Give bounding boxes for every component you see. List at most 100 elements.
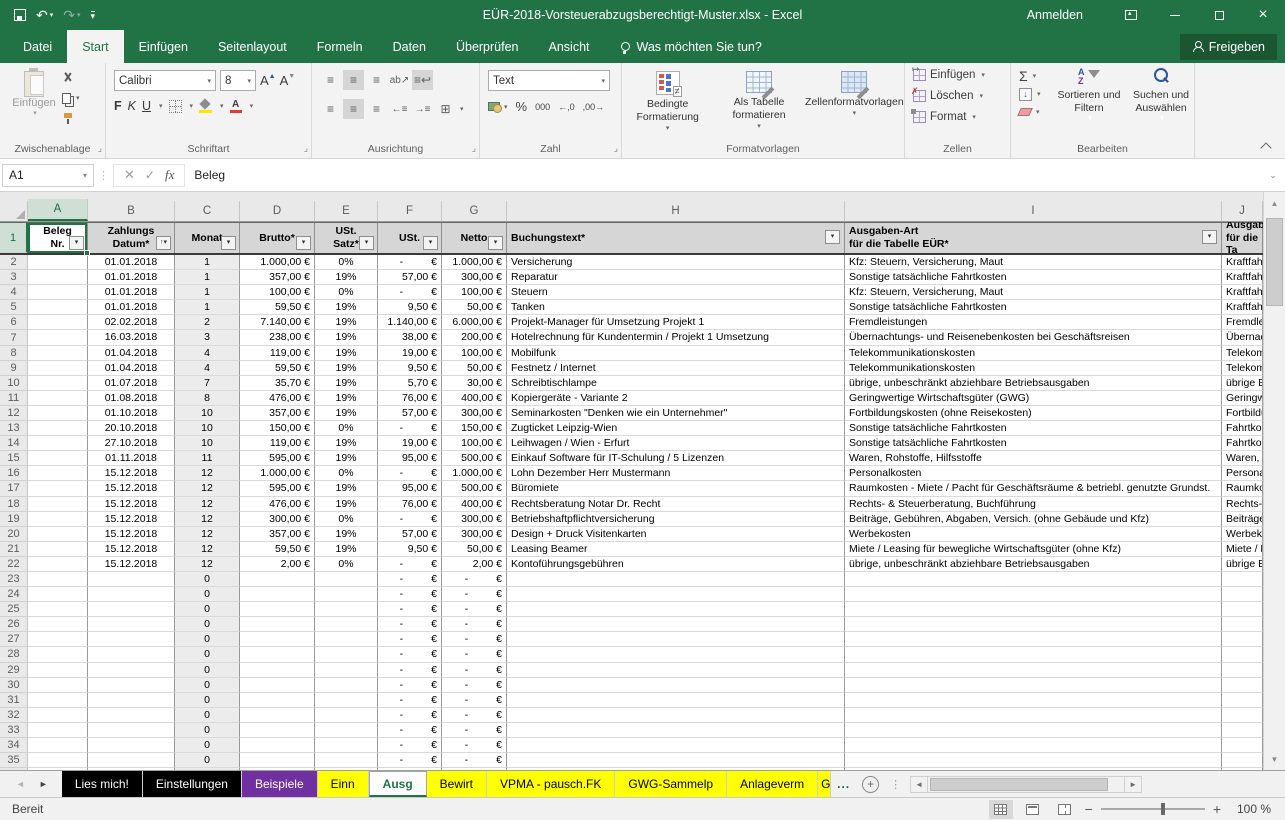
comma-style-button[interactable]: 000 xyxy=(535,102,550,112)
filter-icon-b[interactable]: ↑▾ xyxy=(156,236,171,250)
table-header-d[interactable]: Brutto*▾ xyxy=(240,223,315,253)
align-bottom-icon[interactable]: ≡ xyxy=(366,70,387,90)
font-name-select[interactable]: Calibri▾ xyxy=(114,70,216,91)
align-left-icon[interactable]: ≡ xyxy=(320,99,341,119)
merge-center-icon[interactable]: ⊞ xyxy=(435,99,456,119)
row-header-10[interactable]: 10 xyxy=(0,376,28,391)
font-size-select[interactable]: 8▾ xyxy=(220,70,256,91)
percent-style-button[interactable]: % xyxy=(516,99,528,114)
insert-function-icon[interactable]: fx xyxy=(165,167,174,183)
vertical-scrollbar[interactable]: ▲ ▼ xyxy=(1263,192,1285,770)
align-top-icon[interactable]: ≡ xyxy=(320,70,341,90)
ribbon-tab-start[interactable]: Start xyxy=(67,30,123,63)
zoom-slider[interactable] xyxy=(1101,808,1205,810)
new-sheet-icon[interactable]: + xyxy=(862,776,879,793)
align-right-icon[interactable]: ≡ xyxy=(366,99,387,119)
enter-icon[interactable]: ✓ xyxy=(145,168,155,182)
row-header-30[interactable]: 30 xyxy=(0,678,28,693)
cancel-icon[interactable]: ✕ xyxy=(124,167,135,183)
tell-me-search[interactable]: Was möchten Sie tun? xyxy=(605,30,762,63)
page-layout-view-button[interactable] xyxy=(1021,800,1045,819)
filter-icon-i[interactable]: ▾ xyxy=(1202,230,1217,244)
sheet-tab-vpma-pausch-fk[interactable]: VPMA - pausch.FK xyxy=(487,771,615,797)
table-header-g[interactable]: Netto▾ xyxy=(442,223,507,253)
horizontal-scrollbar[interactable]: ◄ ► xyxy=(910,776,1142,793)
column-header-h[interactable]: H xyxy=(507,201,845,221)
row-header-18[interactable]: 18 xyxy=(0,497,28,512)
minimize-button[interactable] xyxy=(1153,0,1197,30)
cell-styles-button[interactable]: Zellenformatvorlagen▾ xyxy=(805,65,904,134)
filter-icon-f[interactable]: ▾ xyxy=(423,236,438,250)
column-header-a[interactable]: A xyxy=(28,199,88,221)
row-header-9[interactable]: 9 xyxy=(0,361,28,376)
wrap-text-icon[interactable]: ≡↩ xyxy=(412,70,433,90)
share-button[interactable]: Freigeben xyxy=(1180,34,1277,60)
table-header-j[interactable]: Ausgabe für die Ta xyxy=(1222,223,1263,253)
row-header-12[interactable]: 12 xyxy=(0,406,28,421)
ribbon-tab-berprfen[interactable]: Überprüfen xyxy=(441,30,534,63)
row-header-3[interactable]: 3 xyxy=(0,270,28,285)
fill-button[interactable]: ↓▾ xyxy=(1019,87,1041,101)
row-header-17[interactable]: 17 xyxy=(0,481,28,496)
filter-icon-e[interactable]: ▾ xyxy=(359,236,374,250)
ribbon-tab-einfgen[interactable]: Einfügen xyxy=(124,30,203,63)
find-select-button[interactable]: Suchen und Auswählen▾ xyxy=(1127,65,1195,124)
row-header-16[interactable]: 16 xyxy=(0,466,28,481)
filter-icon-h[interactable]: ▾ xyxy=(825,230,840,244)
clipboard-dialog-launcher-icon[interactable]: ⌟ xyxy=(98,143,102,154)
vertical-scroll-thumb[interactable] xyxy=(1266,218,1283,306)
zoom-out-icon[interactable]: − xyxy=(1085,801,1093,817)
format-cells-button[interactable]: Format▾ xyxy=(913,108,1010,126)
maximize-button[interactable] xyxy=(1197,0,1241,30)
column-header-d[interactable]: D xyxy=(240,201,315,221)
sheet-tab-bewirt[interactable]: Bewirt xyxy=(427,771,487,797)
number-dialog-launcher-icon[interactable]: ⌟ xyxy=(614,143,618,154)
format-painter-button[interactable] xyxy=(62,111,80,125)
filter-icon-c[interactable]: ▾ xyxy=(221,236,236,250)
formula-content[interactable]: Beleg xyxy=(185,168,1261,182)
row-header-2[interactable]: 2 xyxy=(0,255,28,270)
align-middle-icon[interactable]: ≡ xyxy=(343,70,364,90)
sheet-tab-g[interactable]: G xyxy=(818,771,831,797)
row-header-14[interactable]: 14 xyxy=(0,436,28,451)
orientation-icon[interactable]: ab↗ xyxy=(389,70,410,90)
collapse-ribbon-icon[interactable] xyxy=(1262,141,1271,150)
row-header-15[interactable]: 15 xyxy=(0,451,28,466)
paste-button[interactable]: Einfügen ▾ xyxy=(10,71,58,117)
save-icon[interactable] xyxy=(14,9,26,21)
row-header-24[interactable]: 24 xyxy=(0,587,28,602)
column-header-j[interactable]: J xyxy=(1222,201,1263,221)
horizontal-scroll-track[interactable] xyxy=(928,776,1124,793)
column-header-c[interactable]: C xyxy=(175,201,240,221)
table-header-e[interactable]: USt. Satz*▾ xyxy=(315,223,378,253)
select-all-corner[interactable] xyxy=(0,201,28,221)
page-break-view-button[interactable] xyxy=(1053,800,1077,819)
row-header-21[interactable]: 21 xyxy=(0,542,28,557)
sheet-tab-anlageverm[interactable]: Anlageverm xyxy=(727,771,818,797)
ribbon-tab-datei[interactable]: Datei xyxy=(8,30,67,63)
increase-decimal-icon[interactable]: ←,0 xyxy=(558,102,575,112)
normal-view-button[interactable] xyxy=(989,800,1013,819)
insert-cells-button[interactable]: Einfügen▾ xyxy=(913,66,1010,84)
zoom-level[interactable]: 100 % xyxy=(1229,802,1271,816)
increase-font-icon[interactable]: A▲ xyxy=(260,73,276,88)
scroll-left-icon[interactable]: ◄ xyxy=(910,776,928,793)
decrease-indent-icon[interactable]: ←≡ xyxy=(389,99,410,119)
row-header-32[interactable]: 32 xyxy=(0,708,28,723)
column-header-e[interactable]: E xyxy=(315,201,378,221)
filter-icon-a[interactable]: ▾ xyxy=(69,236,84,250)
fill-color-icon[interactable] xyxy=(199,100,212,113)
format-as-table-button[interactable]: Als Tabelle formatieren▾ xyxy=(715,65,802,134)
column-header-g[interactable]: G xyxy=(442,201,507,221)
row-header-4[interactable]: 4 xyxy=(0,285,28,300)
horizontal-scroll-thumb[interactable] xyxy=(930,778,1108,791)
table-header-i[interactable]: Ausgaben-Art für die Tabelle EÜR*▾ xyxy=(845,223,1222,253)
ribbon-tab-ansicht[interactable]: Ansicht xyxy=(534,30,605,63)
expand-formula-bar-icon[interactable]: ⌄ xyxy=(1261,170,1285,181)
row-header-33[interactable]: 33 xyxy=(0,723,28,738)
filter-icon-d[interactable]: ▾ xyxy=(296,236,311,250)
sheet-tab-lies-mich[interactable]: Lies mich! xyxy=(62,771,143,797)
sheet-tab-beispiele[interactable]: Beispiele xyxy=(242,771,318,797)
grid-body[interactable]: 1Beleg Nr.▾Zahlungs Datum*↑▾Monat▾Brutto… xyxy=(0,222,1263,770)
row-header-11[interactable]: 11 xyxy=(0,391,28,406)
